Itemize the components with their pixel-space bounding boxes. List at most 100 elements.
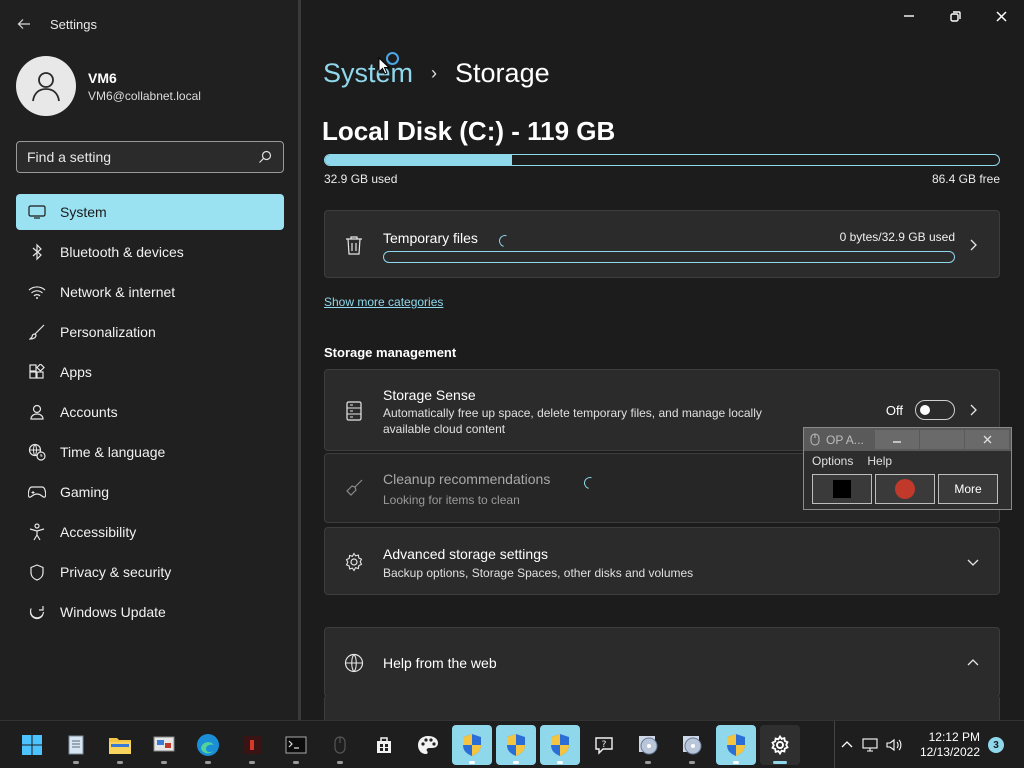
disk-title: Local Disk (C:) - 119 GB [322, 116, 616, 146]
sidebar-item-label: Apps [60, 364, 92, 380]
show-hidden-icons-button[interactable] [834, 721, 858, 768]
mini-minimize-button[interactable] [875, 430, 919, 449]
taskbar-app-media-2[interactable] [672, 725, 712, 765]
taskbar-app-notepad[interactable] [56, 725, 96, 765]
sidebar-item-system[interactable]: System [16, 194, 284, 230]
search-input[interactable] [27, 149, 247, 165]
gamepad-icon [28, 483, 46, 501]
user-email: VM6@collabnet.local [88, 88, 201, 103]
mini-maximize-button[interactable] [920, 430, 964, 449]
taskbar-app-control[interactable] [144, 725, 184, 765]
search-icon[interactable] [258, 150, 272, 164]
help-from-web-card[interactable]: Help from the web [324, 627, 1000, 697]
taskbar-app-edge[interactable] [188, 725, 228, 765]
wifi-icon [28, 283, 46, 301]
more-button[interactable]: More [938, 474, 998, 504]
taskbar-app-shield-4[interactable] [716, 725, 756, 765]
store-icon [377, 737, 391, 753]
network-icon [862, 738, 878, 752]
loading-spinner-icon [581, 474, 599, 492]
windows-logo-icon [22, 735, 42, 755]
breadcrumb: System › Storage [323, 58, 550, 89]
chevron-up-icon [967, 657, 979, 669]
network-tray-button[interactable] [858, 738, 882, 752]
sidebar-nav: System Bluetooth & devices Network & int… [16, 194, 284, 634]
chevron-up-icon [841, 741, 852, 748]
taskbar-app-media-1[interactable] [628, 725, 668, 765]
sidebar-item-apps[interactable]: Apps [16, 354, 284, 390]
advanced-storage-settings-card[interactable]: Advanced storage settings Backup options… [324, 527, 1000, 595]
chevron-right-icon [967, 239, 979, 251]
sidebar-item-time-language[interactable]: Time & language [16, 434, 284, 470]
breadcrumb-parent-link[interactable]: System [323, 58, 413, 89]
sidebar-item-network[interactable]: Network & internet [16, 274, 284, 310]
storage-sense-desc-line1: Automatically free up space, delete temp… [383, 406, 762, 420]
user-name: VM6 [88, 69, 117, 86]
taskbar-app-get-help[interactable]: ? [584, 725, 624, 765]
user-profile[interactable]: VM6 VM6@collabnet.local [16, 56, 201, 116]
mini-window-titlebar[interactable]: OP A... [804, 428, 1011, 451]
taskbar-app-store[interactable] [364, 725, 404, 765]
close-button[interactable] [978, 0, 1024, 32]
monitor-app-icon [153, 736, 175, 752]
taskbar-app-terminal[interactable] [276, 725, 316, 765]
sidebar-item-label: Time & language [60, 444, 166, 460]
toggle-knob [920, 405, 930, 415]
close-icon [995, 10, 1007, 22]
taskbar-app-mouse[interactable] [320, 725, 360, 765]
person-icon [28, 403, 46, 421]
start-button[interactable] [12, 725, 52, 765]
sidebar-item-windows-update[interactable]: Windows Update [16, 594, 284, 630]
taskbar-clock[interactable]: 12:12 PM 12/13/2022 [920, 730, 980, 760]
taskbar-app-paint[interactable] [408, 725, 448, 765]
storage-sense-toggle[interactable] [915, 400, 955, 420]
chevron-right-icon [967, 404, 979, 416]
sidebar-item-privacy[interactable]: Privacy & security [16, 554, 284, 590]
server-icon [343, 400, 365, 422]
taskbar-app-settings[interactable] [760, 725, 800, 765]
volume-tray-button[interactable] [882, 738, 906, 752]
sidebar-item-label: Accounts [60, 404, 118, 420]
restore-icon [949, 10, 961, 22]
sidebar-item-accounts[interactable]: Accounts [16, 394, 284, 430]
sidebar-item-label: Gaming [60, 484, 110, 500]
running-indicator [161, 761, 167, 764]
running-indicator [337, 761, 343, 764]
notification-badge[interactable]: 3 [988, 737, 1004, 753]
taskbar-app-shield-2[interactable] [496, 725, 536, 765]
sidebar-item-bluetooth[interactable]: Bluetooth & devices [16, 234, 284, 270]
taskbar-app-red[interactable] [232, 725, 272, 765]
svg-text:?: ? [602, 740, 607, 750]
minimize-icon [904, 15, 914, 17]
globe-clock-icon [28, 443, 46, 461]
restore-button[interactable] [932, 0, 978, 32]
menu-options[interactable]: Options [812, 454, 853, 468]
stop-button[interactable] [812, 474, 872, 504]
advanced-storage-settings-desc: Backup options, Storage Spaces, other di… [383, 566, 694, 580]
search-box[interactable] [16, 141, 284, 173]
storage-sense-toggle-label: Off [885, 403, 903, 418]
sidebar-item-personalization[interactable]: Personalization [16, 314, 284, 350]
taskbar-app-file-explorer[interactable] [100, 725, 140, 765]
running-indicator [117, 761, 123, 764]
brush-icon [28, 323, 46, 341]
palette-icon [418, 736, 438, 754]
show-more-categories-link[interactable]: Show more categories [324, 295, 443, 309]
minimize-button[interactable] [886, 0, 932, 32]
running-indicator [513, 761, 519, 764]
bluetooth-icon [28, 243, 46, 261]
trash-icon [343, 234, 365, 256]
uac-shield-icon [463, 734, 481, 756]
taskbar: ? 12:12 PM 12/13/2022 3 [0, 720, 1024, 768]
sidebar-item-gaming[interactable]: Gaming [16, 474, 284, 510]
record-button[interactable] [875, 474, 935, 504]
sidebar-item-accessibility[interactable]: Accessibility [16, 514, 284, 550]
taskbar-app-shield-1[interactable] [452, 725, 492, 765]
taskbar-app-shield-3[interactable] [540, 725, 580, 765]
back-arrow-icon[interactable] [16, 16, 32, 32]
menu-help[interactable]: Help [867, 454, 892, 468]
minimize-icon [893, 440, 901, 443]
mini-close-button[interactable] [965, 430, 1009, 449]
settings-sidebar: Settings VM6 VM6@collabnet.local System [0, 0, 298, 720]
temporary-files-card[interactable]: Temporary files 0 bytes/32.9 GB used [324, 210, 1000, 278]
